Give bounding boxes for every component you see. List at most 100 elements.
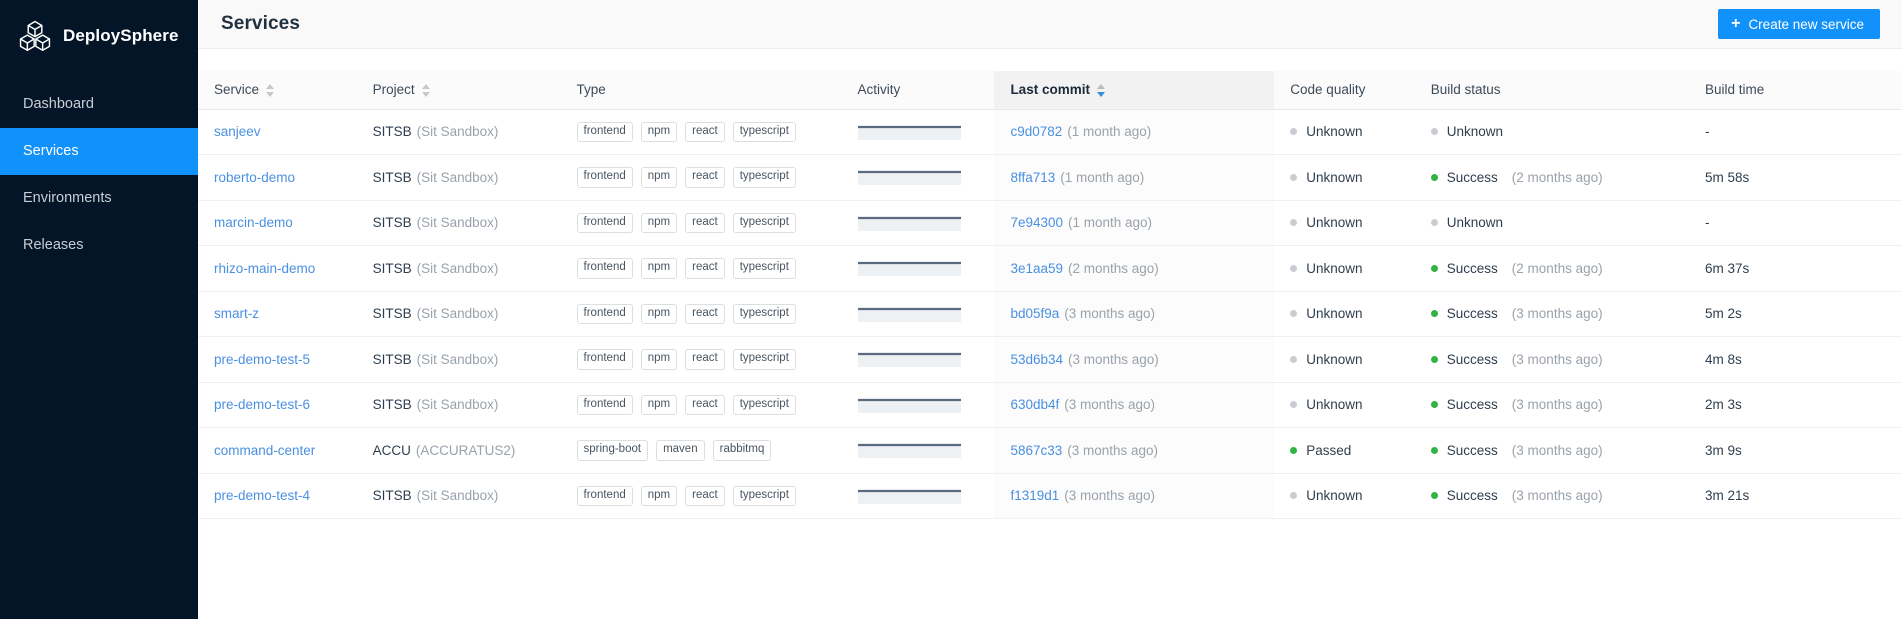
project-code: ACCU (372, 442, 411, 458)
cell-project: SITSB (Sit Sandbox) (356, 291, 561, 337)
column-header-service[interactable]: Service (198, 71, 357, 110)
sidebar-item-services[interactable]: Services (0, 128, 198, 175)
build-time-value: - (1704, 215, 1710, 231)
build-status-label: Success (1446, 306, 1498, 322)
build-status-age: (2 months ago) (1511, 169, 1603, 185)
column-header-project[interactable]: Project (356, 71, 561, 110)
service-link[interactable]: rhizo-main-demo (214, 261, 315, 276)
table-body: sanjeev SITSB (Sit Sandbox) frontend npm reac… (198, 109, 1902, 519)
status-dot-icon (1430, 173, 1438, 181)
project-name: (Sit Sandbox) (416, 351, 499, 367)
commit-link[interactable]: bd05f9a (1010, 306, 1059, 321)
sidebar-item-releases[interactable]: Releases (0, 222, 198, 269)
build-time-value: 5m 58s (1704, 169, 1750, 185)
cell-type: frontend npm react typescript (560, 473, 842, 519)
activity-sparkline (857, 307, 961, 322)
commit-link[interactable]: 53d6b34 (1010, 352, 1063, 367)
cell-last-commit: 3e1aa59 (2 months ago) (994, 245, 1275, 292)
sidebar-item-dashboard[interactable]: Dashboard (0, 81, 198, 128)
cell-service: roberto-demo (198, 154, 357, 201)
table-row[interactable]: pre-demo-test-4 SITSB (Sit Sandbox) fronten… (198, 473, 1902, 519)
brand[interactable]: DeploySphere (0, 0, 198, 56)
table-row[interactable]: roberto-demo SITSB (Sit Sandbox) frontend np… (198, 154, 1902, 201)
cell-project: SITSB (Sit Sandbox) (356, 473, 561, 519)
commit-age: (3 months ago) (1064, 397, 1156, 413)
plus-icon: + (1731, 15, 1741, 32)
build-status-age: (3 months ago) (1511, 351, 1603, 367)
code-quality-status: Unknown (1290, 215, 1363, 230)
cell-build-status: Success (3 months ago) (1414, 473, 1689, 519)
column-header-code-quality: Code quality (1274, 71, 1415, 110)
code-quality-label: Passed (1306, 442, 1352, 458)
activity-sparkline (857, 171, 961, 186)
service-link[interactable]: command-center (214, 443, 315, 458)
build-status-label: Success (1446, 397, 1498, 413)
project-code: SITSB (372, 351, 412, 367)
tag-list: spring-boot maven rabbitmq (576, 440, 772, 461)
commit-age: (3 months ago) (1064, 306, 1156, 322)
type-tag: typescript (732, 303, 796, 324)
tag-list: frontend npm react typescript (576, 258, 796, 279)
commit-link[interactable]: 630db4f (1010, 397, 1059, 412)
commit-link[interactable]: c9d0782 (1010, 124, 1062, 139)
build-status-badge: Unknown (1430, 124, 1517, 139)
table-row[interactable]: sanjeev SITSB (Sit Sandbox) frontend npm reac… (198, 109, 1902, 155)
status-dot-icon (1430, 264, 1438, 272)
cell-build-time: 5m 2s (1688, 291, 1902, 337)
column-header-type: Type (560, 71, 842, 110)
status-dot-icon (1430, 492, 1438, 500)
service-link[interactable]: pre-demo-test-6 (214, 397, 310, 412)
table-row[interactable]: pre-demo-test-6 SITSB (Sit Sandbox) fronten… (198, 382, 1902, 428)
code-quality-status: Unknown (1290, 352, 1363, 367)
service-link[interactable]: smart-z (214, 306, 259, 321)
commit-link[interactable]: f1319d1 (1010, 488, 1059, 503)
sidebar-item-environments[interactable]: Environments (0, 175, 198, 222)
commit-link[interactable]: 8ffa713 (1010, 170, 1055, 185)
code-quality-label: Unknown (1306, 260, 1363, 276)
column-header-build-time: Build time (1688, 71, 1902, 110)
column-header-last-commit[interactable]: Last commit (994, 71, 1275, 110)
cell-build-time: 5m 58s (1688, 154, 1902, 201)
table-row[interactable]: rhizo-main-demo SITSB (Sit Sandbox) fronten… (198, 245, 1902, 292)
sidebar-nav: Dashboard Services Environments Releases (0, 81, 198, 269)
create-new-service-button[interactable]: + Create new service (1718, 9, 1880, 39)
cell-activity (841, 154, 995, 201)
cell-build-time: 4m 8s (1688, 336, 1902, 383)
table-row[interactable]: command-center ACCU (ACCURATUS2) spring-boo… (198, 427, 1902, 474)
create-new-service-label: Create new service (1748, 16, 1864, 32)
sort-icon[interactable] (421, 84, 430, 98)
type-tag: frontend (576, 303, 633, 324)
cell-code-quality: Unknown (1274, 109, 1415, 155)
type-tag: react (685, 121, 725, 142)
table-header-row: Service Project Type Activity Last commi… (198, 71, 1902, 110)
service-link[interactable]: marcin-demo (214, 215, 293, 230)
status-dot-icon (1290, 219, 1298, 227)
commit-link[interactable]: 3e1aa59 (1010, 261, 1063, 276)
service-link[interactable]: roberto-demo (214, 170, 295, 185)
build-status-badge: Success (3 months ago) (1430, 351, 1603, 367)
commit-link[interactable]: 5867c33 (1010, 443, 1062, 458)
table-row[interactable]: smart-z SITSB (Sit Sandbox) frontend npm reac… (198, 291, 1902, 337)
service-link[interactable]: pre-demo-test-4 (214, 488, 310, 503)
sort-icon-active[interactable] (1096, 84, 1105, 98)
cell-build-status: Unknown (1414, 200, 1689, 246)
cell-last-commit: 5867c33 (3 months ago) (994, 427, 1275, 474)
cell-code-quality: Unknown (1274, 154, 1415, 201)
activity-sparkline (857, 353, 961, 368)
commit-link[interactable]: 7e94300 (1010, 215, 1063, 230)
project-name: (ACCURATUS2) (415, 442, 516, 458)
cell-activity (841, 473, 995, 519)
type-tag: npm (640, 212, 678, 233)
table-row[interactable]: pre-demo-test-5 SITSB (Sit Sandbox) fronten… (198, 336, 1902, 383)
cell-last-commit: c9d0782 (1 month ago) (994, 109, 1275, 155)
service-link[interactable]: sanjeev (214, 124, 261, 139)
table-row[interactable]: marcin-demo SITSB (Sit Sandbox) frontend npm… (198, 200, 1902, 246)
sort-icon[interactable] (266, 84, 275, 98)
code-quality-status: Passed (1290, 443, 1351, 458)
code-quality-status: Unknown (1290, 260, 1363, 276)
type-tag: typescript (732, 167, 796, 188)
type-tag: npm (640, 258, 678, 279)
type-tag: frontend (576, 258, 633, 279)
service-link[interactable]: pre-demo-test-5 (214, 352, 310, 367)
column-header-label: Last commit (1010, 82, 1090, 98)
